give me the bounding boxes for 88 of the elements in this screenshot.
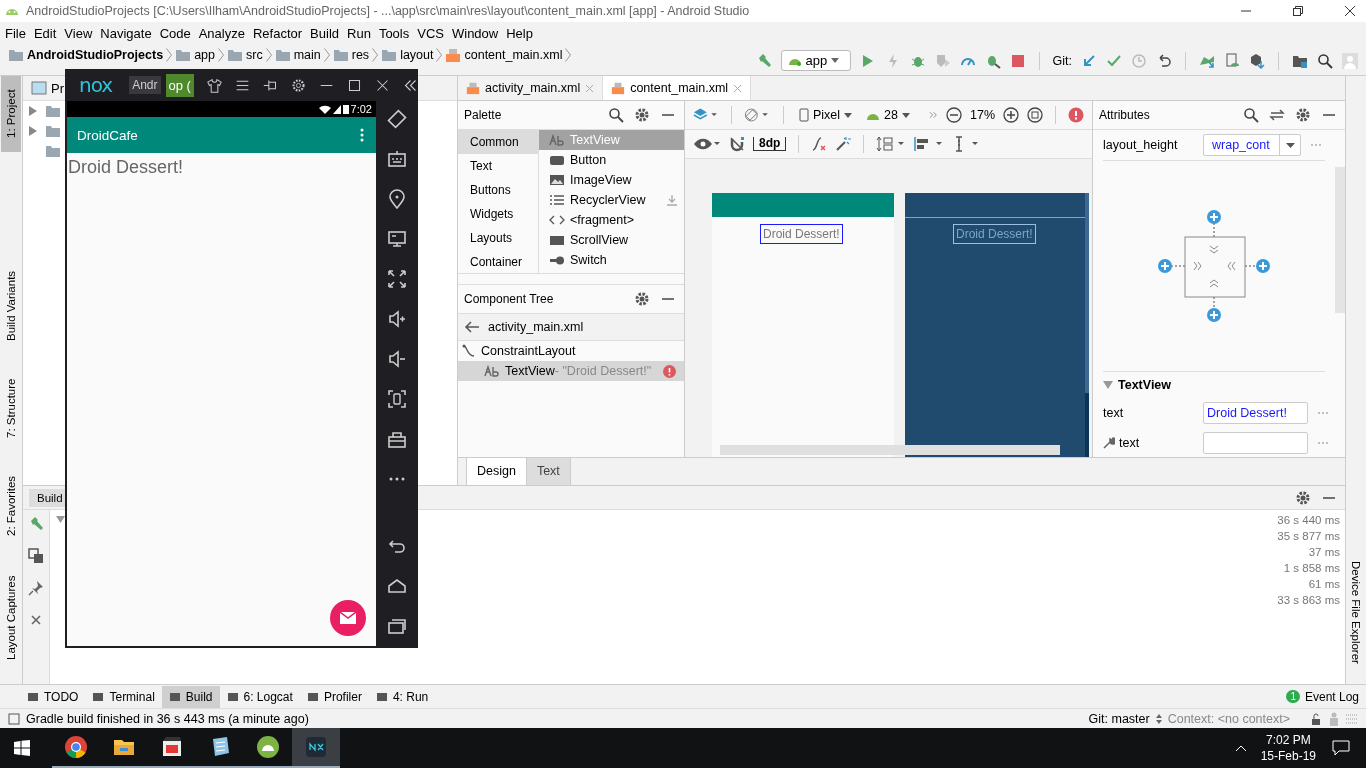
palette-item[interactable]: ScrollView bbox=[539, 230, 684, 250]
component-tree-title: Component Tree bbox=[464, 292, 554, 306]
tool-window-tab[interactable]: 6: Logcat bbox=[219, 685, 300, 708]
status-message: Gradle build finished in 36 s 443 ms (a minute ago) bbox=[26, 711, 309, 726]
palette-category[interactable]: Common bbox=[458, 130, 538, 154]
component-tree-item[interactable]: TextView- "Droid Dessert!" bbox=[458, 361, 684, 381]
window-title: AndroidStudioProjects [C:\Users\Ilham\AndroidStudioProjects] - ...\app\src\main\res\layout\content_main.xml [app] - Android Studio bbox=[26, 4, 750, 18]
run-configuration-dropdown[interactable]: app bbox=[780, 50, 851, 71]
palette-item[interactable]: <fragment> bbox=[539, 210, 684, 230]
api-level-dropdown[interactable]: 28 bbox=[863, 108, 913, 122]
palette-category[interactable]: Buttons bbox=[458, 178, 538, 202]
tool-window-tab[interactable]: 7: Structure bbox=[1, 372, 21, 444]
build-tab[interactable]: Build bbox=[29, 488, 65, 507]
default-margin-field[interactable]: 8dp bbox=[753, 137, 787, 151]
panel-title[interactable]: Pr bbox=[51, 80, 64, 96]
selected-text-view[interactable]: Droid Dessert! bbox=[953, 224, 1036, 244]
breadcrumb-item[interactable]: res bbox=[351, 48, 370, 62]
tool-window-tab[interactable]: 4: Run bbox=[368, 685, 436, 708]
palette-item[interactable]: Switch bbox=[539, 250, 684, 270]
menu-item[interactable]: View bbox=[60, 25, 97, 41]
palette-item[interactable]: Button bbox=[539, 150, 684, 170]
menu-item[interactable]: Build bbox=[306, 25, 343, 41]
palette-item[interactable]: RecyclerView bbox=[539, 190, 684, 210]
app-tab[interactable]: op ( bbox=[165, 73, 194, 97]
tool-window-tab[interactable]: Device File Explorer bbox=[1346, 552, 1366, 672]
build-duration: 1 s 858 ms bbox=[1283, 561, 1340, 576]
tool-window-tab[interactable]: Build bbox=[161, 685, 220, 708]
selected-text-view[interactable]: Droid Dessert! bbox=[760, 224, 843, 244]
build-duration: 36 s 440 ms bbox=[1277, 513, 1340, 528]
editor-tab[interactable]: content_main.xml bbox=[603, 76, 752, 100]
editor-mode-tab[interactable]: Text bbox=[526, 458, 571, 485]
breadcrumb-item[interactable]: app bbox=[194, 48, 215, 62]
clock-date[interactable]: 15-Feb-19 bbox=[1260, 748, 1316, 764]
tool-window-tab[interactable]: Profiler bbox=[299, 685, 369, 708]
parent-layout-link[interactable]: activity_main.xml bbox=[458, 314, 684, 341]
build-duration: 37 ms bbox=[1308, 545, 1340, 560]
menu-item[interactable]: Edit bbox=[29, 25, 61, 41]
palette-category[interactable]: Container bbox=[458, 250, 538, 274]
emulator-tab[interactable]: Andr bbox=[129, 76, 161, 94]
tool-window-tab[interactable]: Terminal bbox=[85, 685, 162, 708]
breadcrumb-item[interactable]: src bbox=[246, 48, 263, 62]
attribute-label: layout_height bbox=[1103, 138, 1179, 152]
tool-window-tab[interactable]: TODO bbox=[20, 685, 86, 708]
menu-item[interactable]: VCS bbox=[413, 25, 448, 41]
menu-item[interactable]: Window bbox=[447, 25, 503, 41]
tool-window-tab[interactable]: Build Variants bbox=[1, 261, 21, 351]
breadcrumb-item[interactable]: AndroidStudioProjects bbox=[27, 48, 164, 62]
component-tree-item[interactable]: ConstraintLayout bbox=[458, 341, 684, 361]
menu-item[interactable]: Run bbox=[343, 25, 375, 41]
context-indicator: Context: <no context> bbox=[1167, 711, 1290, 726]
tool-window-tab[interactable]: 1: Project bbox=[1, 76, 21, 152]
status-time: 7:02 bbox=[350, 103, 372, 115]
breadcrumb-item[interactable]: layout bbox=[400, 48, 434, 62]
device-dropdown[interactable]: Pixel bbox=[795, 108, 855, 122]
palette-item[interactable]: ImageView bbox=[539, 170, 684, 190]
menu-item[interactable]: File bbox=[1, 25, 30, 41]
git-branch[interactable]: Git: master bbox=[1088, 711, 1150, 726]
breadcrumb-item[interactable]: content_main.xml bbox=[464, 48, 563, 62]
attribute-label: text bbox=[1119, 436, 1140, 450]
palette-title: Palette bbox=[464, 108, 502, 122]
attribute-input-field[interactable]: Droid Dessert! bbox=[1203, 402, 1308, 424]
tool-window-tab[interactable]: 2: Favorites bbox=[1, 472, 21, 540]
palette-category[interactable]: Widgets bbox=[458, 202, 538, 226]
content-text: Droid Dessert! bbox=[68, 157, 184, 178]
git-label: Git: bbox=[1052, 53, 1072, 68]
menu-item[interactable]: Code bbox=[155, 25, 195, 41]
menu-item[interactable]: Help bbox=[502, 25, 537, 41]
menu-item[interactable]: Refactor bbox=[248, 25, 307, 41]
layout-height-dropdown[interactable]: wrap_cont bbox=[1203, 134, 1301, 156]
menu-item[interactable]: Tools bbox=[374, 25, 414, 41]
editor-mode-tab[interactable]: Design bbox=[466, 458, 527, 485]
app-title: DroidCafe bbox=[77, 127, 138, 143]
event-log-tab[interactable]: 1 Event Log bbox=[1279, 685, 1366, 708]
palette-category[interactable]: Layouts bbox=[458, 226, 538, 250]
tool-window-tab[interactable]: Layout Captures bbox=[1, 568, 21, 668]
attributes-title: Attributes bbox=[1099, 108, 1150, 122]
build-duration: 35 s 877 ms bbox=[1277, 529, 1340, 544]
breadcrumb-item[interactable]: main bbox=[293, 48, 321, 62]
menu-item[interactable]: Analyze bbox=[194, 25, 249, 41]
clock-time[interactable]: 7:02 PM bbox=[1265, 732, 1311, 748]
menu-item[interactable]: Navigate bbox=[96, 25, 156, 41]
emulator-logo: nox bbox=[79, 73, 113, 97]
build-duration: 61 ms bbox=[1308, 577, 1340, 592]
zoom-level: 17% bbox=[970, 108, 996, 122]
attribute-label: text bbox=[1103, 406, 1124, 420]
palette-category[interactable]: Text bbox=[458, 154, 538, 178]
section-title: TextView bbox=[1118, 378, 1172, 392]
build-duration: 33 s 863 ms bbox=[1277, 593, 1340, 608]
